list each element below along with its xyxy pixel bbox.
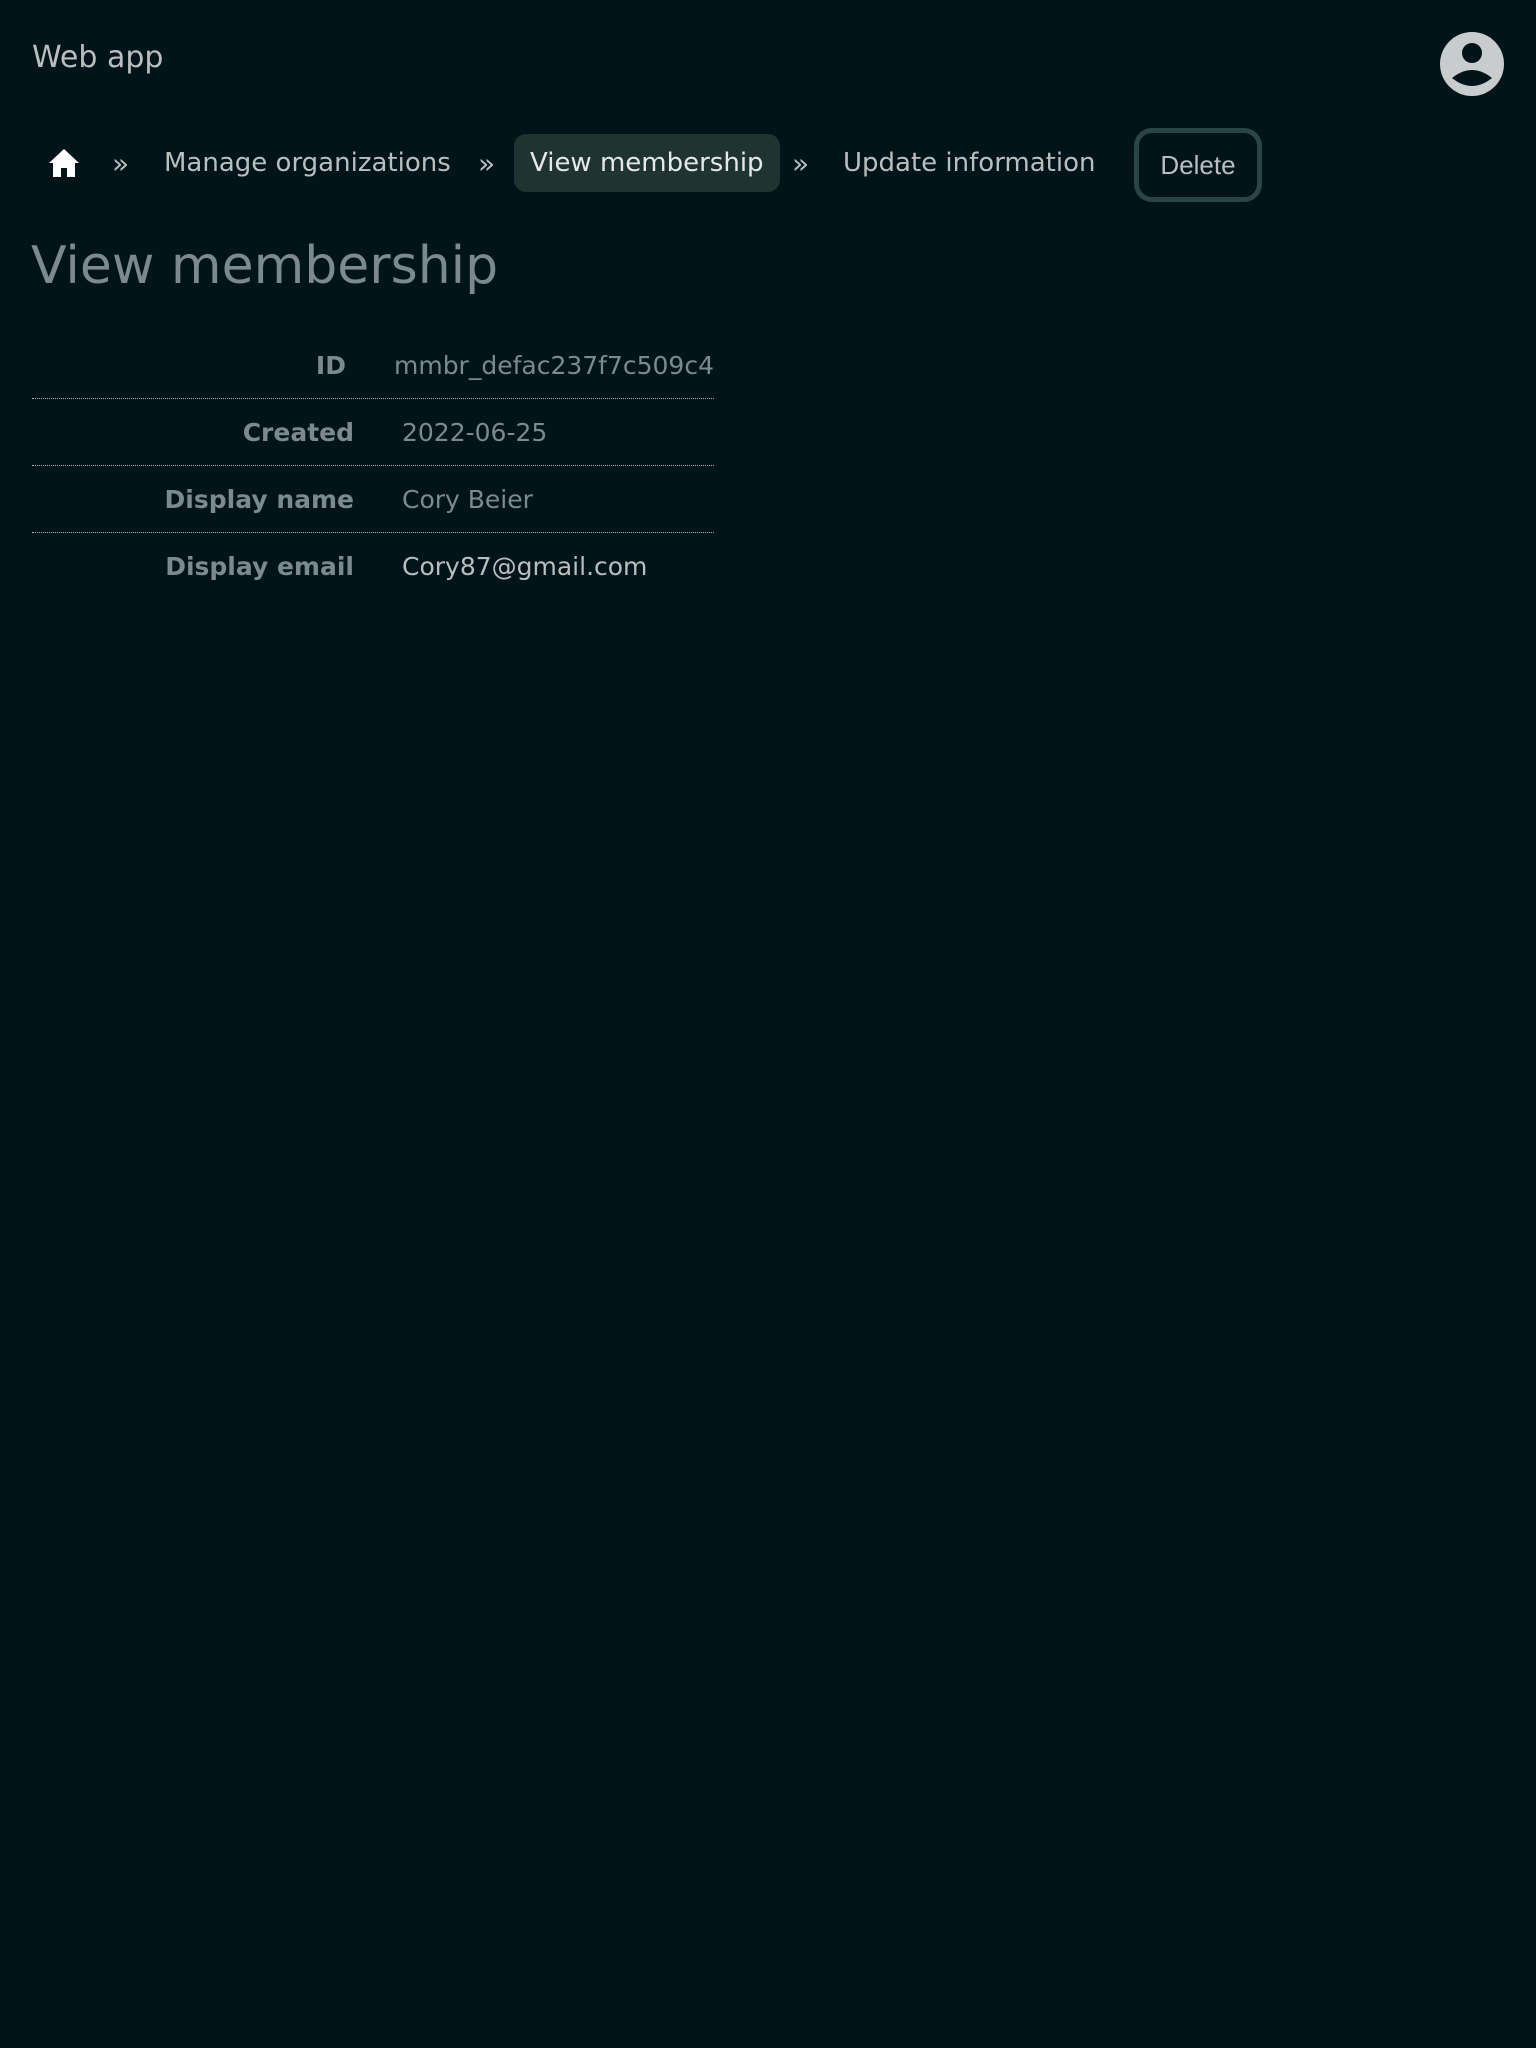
user-circle-icon: [1440, 32, 1504, 96]
breadcrumb-separator: »: [792, 146, 810, 180]
home-link[interactable]: [40, 134, 88, 192]
breadcrumb-manage-organizations[interactable]: Manage organizations: [164, 134, 451, 192]
breadcrumb-separator: »: [478, 146, 496, 180]
detail-label: Display name: [164, 484, 354, 514]
app-title: Web app: [32, 40, 164, 75]
page-title: View membership: [31, 236, 499, 296]
detail-value: mmbr_defac237f7c509c4: [393, 350, 714, 380]
delete-button[interactable]: Delete: [1134, 128, 1262, 202]
detail-label: Created: [242, 417, 354, 447]
user-avatar[interactable]: [1440, 32, 1504, 96]
detail-label: Display email: [165, 551, 354, 581]
detail-row-id: ID mmbr_defac237f7c509c4: [32, 332, 714, 399]
detail-row-created: Created 2022-06-25: [32, 399, 714, 466]
detail-value: Cory Beier: [402, 484, 533, 514]
breadcrumb-update-information[interactable]: Update information: [843, 134, 1095, 192]
page: Web app » Manage organizations » View me…: [0, 0, 1536, 2048]
breadcrumb-separator: »: [112, 146, 130, 180]
detail-row-display-name: Display name Cory Beier: [32, 466, 714, 533]
detail-row-display-email: Display email Cory87@gmail.com: [32, 533, 714, 599]
detail-label: ID: [315, 350, 346, 380]
home-icon: [49, 149, 79, 177]
detail-value-email: Cory87@gmail.com: [402, 551, 648, 581]
breadcrumb-view-membership[interactable]: View membership: [514, 134, 780, 192]
breadcrumb: » Manage organizations » View membership…: [0, 128, 1536, 202]
detail-value: 2022-06-25: [402, 417, 548, 447]
membership-details: ID mmbr_defac237f7c509c4 Created 2022-06…: [32, 332, 714, 599]
